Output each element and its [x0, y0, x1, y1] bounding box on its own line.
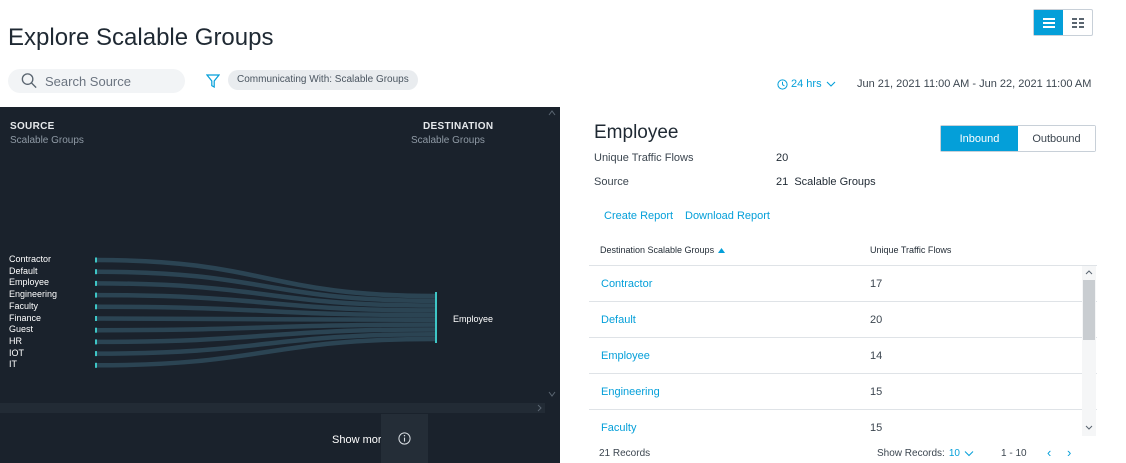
- time-range-selector[interactable]: 24 hrs: [777, 78, 837, 90]
- clock-icon: [777, 78, 788, 90]
- flows-cell: 17: [870, 278, 883, 290]
- flows-cell: 20: [870, 314, 883, 326]
- direction-toggle: Inbound Outbound: [940, 125, 1096, 152]
- table-row[interactable]: Default 20: [589, 302, 1097, 338]
- column-header-destination[interactable]: Destination Scalable Groups: [600, 245, 726, 255]
- table-body: Contractor 17 Default 20 Employee 14 Engineeri…: [589, 266, 1097, 436]
- show-records-select[interactable]: 10: [949, 448, 960, 459]
- chevron-right-icon: [537, 404, 542, 412]
- source-node[interactable]: [95, 351, 97, 357]
- flow-link[interactable]: [95, 257, 436, 299]
- destination-node[interactable]: [435, 292, 437, 343]
- unique-flows-label: Unique Traffic Flows: [594, 152, 694, 164]
- flow-link[interactable]: [95, 316, 436, 323]
- list-view-icon[interactable]: [1034, 10, 1063, 35]
- table-row[interactable]: Engineering 15: [589, 374, 1097, 410]
- table-header: Destination Scalable Groups Unique Traff…: [589, 235, 1097, 266]
- flows-cell: 14: [870, 350, 883, 362]
- source-node-label[interactable]: Finance: [9, 313, 41, 323]
- table-row[interactable]: Employee 14: [589, 338, 1097, 374]
- source-node-label[interactable]: Guest: [9, 324, 33, 334]
- table-row[interactable]: Faculty 15: [589, 410, 1097, 436]
- source-node[interactable]: [95, 362, 97, 368]
- source-node[interactable]: [95, 292, 97, 298]
- unique-flows-value: 20: [776, 152, 789, 164]
- filter-chip[interactable]: Communicating With: Scalable Groups: [228, 70, 418, 90]
- source-node-label[interactable]: Employee: [9, 277, 49, 287]
- source-node[interactable]: [95, 280, 97, 286]
- search-input[interactable]: [45, 73, 185, 89]
- show-records: Show Records: 10: [877, 448, 974, 459]
- source-node-label[interactable]: IOT: [9, 348, 24, 358]
- info-icon: [398, 432, 411, 445]
- source-node[interactable]: [95, 316, 97, 321]
- group-link[interactable]: Default: [601, 314, 636, 326]
- download-report-link[interactable]: Download Report: [685, 210, 770, 222]
- next-page-icon[interactable]: ›: [1067, 445, 1071, 460]
- source-node-label[interactable]: Contractor: [9, 254, 51, 264]
- source-node[interactable]: [95, 327, 97, 333]
- group-link[interactable]: Engineering: [601, 386, 660, 398]
- source-node[interactable]: [95, 269, 97, 275]
- page-range: 1 - 10: [1001, 448, 1027, 459]
- show-more-button[interactable]: Show more: [332, 434, 388, 446]
- column-header-destination-label: Destination Scalable Groups: [600, 245, 715, 255]
- destination-heading: DESTINATION: [423, 121, 494, 132]
- sankey-visualization[interactable]: SOURCE Scalable Groups DESTINATION Scala…: [0, 107, 560, 463]
- destination-subheading: Scalable Groups: [411, 135, 485, 146]
- view-toggle: [1033, 9, 1093, 36]
- time-range-label: 24 hrs: [791, 78, 822, 90]
- viz-horizontal-scrollbar[interactable]: [0, 403, 545, 413]
- source-node-label[interactable]: Default: [9, 266, 38, 276]
- records-count: 21 Records: [599, 448, 651, 459]
- info-button[interactable]: [381, 414, 428, 463]
- show-records-label: Show Records:: [877, 448, 945, 459]
- destination-node-label[interactable]: Employee: [453, 314, 493, 324]
- sort-ascending-icon: [718, 247, 726, 253]
- table-vertical-scrollbar[interactable]: [1082, 266, 1096, 436]
- sankey-chart: [95, 257, 437, 368]
- source-heading: SOURCE: [10, 121, 55, 132]
- panel-title: Employee: [594, 122, 679, 143]
- source-node-label[interactable]: Faculty: [9, 301, 38, 311]
- source-node-label[interactable]: Engineering: [9, 289, 57, 299]
- group-link[interactable]: Employee: [601, 350, 650, 362]
- table-footer: 21 Records Show Records: 10 1 - 10 ‹ ›: [589, 440, 1097, 463]
- viz-vertical-scrollbar[interactable]: [545, 107, 559, 403]
- column-header-flows[interactable]: Unique Traffic Flows: [870, 245, 951, 255]
- search-icon: [21, 73, 37, 89]
- source-subheading: Scalable Groups: [10, 135, 84, 146]
- source-node[interactable]: [95, 339, 97, 345]
- source-node-label[interactable]: HR: [9, 336, 22, 346]
- chevron-down-icon: [1085, 425, 1093, 430]
- chevron-down-icon[interactable]: [964, 450, 974, 457]
- previous-page-icon[interactable]: ‹: [1047, 445, 1051, 460]
- group-link[interactable]: Contractor: [601, 278, 652, 290]
- scrollbar-thumb[interactable]: [1083, 280, 1095, 340]
- inbound-tab[interactable]: Inbound: [941, 126, 1018, 151]
- page-title: Explore Scalable Groups: [8, 24, 274, 51]
- source-label: Source: [594, 176, 629, 188]
- grid-view-icon[interactable]: [1063, 10, 1092, 35]
- flows-cell: 15: [870, 422, 883, 434]
- source-node-label[interactable]: IT: [9, 359, 17, 369]
- source-node[interactable]: [95, 304, 97, 310]
- table-row[interactable]: Contractor 17: [589, 266, 1097, 302]
- chevron-down-icon: [826, 81, 835, 87]
- filter-icon[interactable]: [206, 74, 220, 88]
- group-link[interactable]: Faculty: [601, 422, 636, 434]
- source-value: 21 Scalable Groups: [776, 176, 876, 188]
- date-range: Jun 21, 2021 11:00 AM - Jun 22, 2021 11:…: [857, 78, 1092, 90]
- search-box[interactable]: [8, 69, 185, 93]
- chevron-up-icon: [1085, 270, 1093, 275]
- flows-cell: 15: [870, 386, 883, 398]
- source-node[interactable]: [95, 257, 97, 263]
- outbound-tab[interactable]: Outbound: [1018, 126, 1095, 151]
- create-report-link[interactable]: Create Report: [604, 210, 673, 222]
